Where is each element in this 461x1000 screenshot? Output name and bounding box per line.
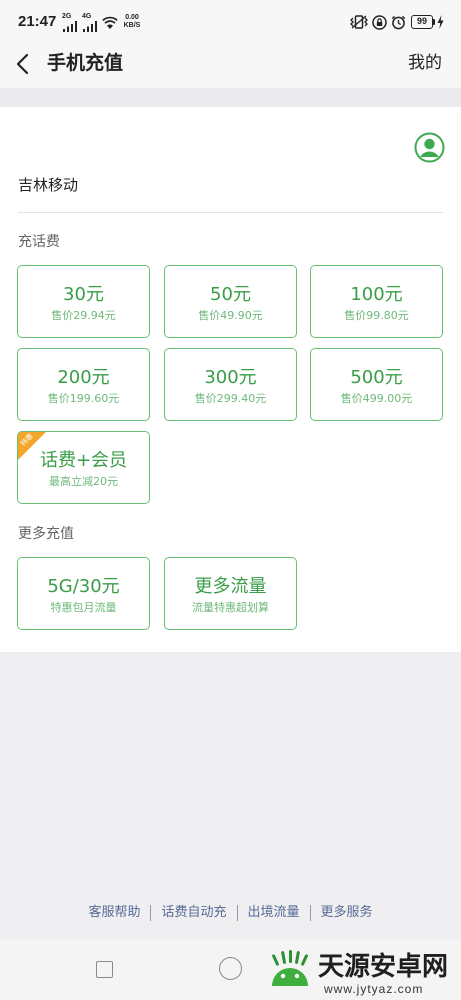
nav-header: 手机充值 我的 xyxy=(0,45,461,88)
topup-price: 售价299.40元 xyxy=(194,392,267,405)
network-2-label: 4G xyxy=(82,13,92,20)
more-option-data[interactable]: 更多流量 流量特惠超划算 xyxy=(164,557,297,630)
topup-amount: 30元 xyxy=(63,284,104,305)
signal-icon xyxy=(83,21,97,32)
signal-icon xyxy=(63,21,77,32)
lock-rotation-icon xyxy=(372,15,387,30)
topup-amount: 200元 xyxy=(57,367,110,388)
more-option-title: 更多流量 xyxy=(194,576,267,597)
watermark-name: 天源安卓网 xyxy=(318,952,449,982)
footer-links: 客服帮助 话费自动充 出境流量 更多服务 xyxy=(0,905,461,921)
topup-price: 售价199.60元 xyxy=(47,392,120,405)
divider xyxy=(18,212,443,213)
topup-option-50[interactable]: 50元 售价49.90元 xyxy=(164,265,297,338)
header-separator-band xyxy=(0,88,461,107)
topup-amount: 100元 xyxy=(350,284,403,305)
topup-option-200[interactable]: 200元 售价199.60元 xyxy=(17,348,150,421)
footer-link-more-services[interactable]: 更多服务 xyxy=(309,905,383,921)
network-speed-value: 0.00 xyxy=(125,14,139,21)
status-bar: 21:47 2G 4G 0.00 KB/S 99 xyxy=(0,0,461,45)
system-nav-bar: 天源安卓网 www.jytyaz.com xyxy=(0,940,461,1000)
section-label-topup: 充话费 xyxy=(18,234,60,250)
alarm-icon xyxy=(391,15,406,30)
bundle-title: 话费+会员 xyxy=(39,450,128,471)
footer-link-help[interactable]: 客服帮助 xyxy=(78,905,150,921)
topup-price: 售价99.80元 xyxy=(344,309,409,322)
my-account-link[interactable]: 我的 xyxy=(408,51,442,75)
topup-option-30[interactable]: 30元 售价29.94元 xyxy=(17,265,150,338)
topup-price: 售价29.94元 xyxy=(51,309,116,322)
more-option-5g[interactable]: 5G/30元 特惠包月流量 xyxy=(17,557,150,630)
promo-badge-label: 特惠 xyxy=(19,432,35,448)
watermark-logo-icon xyxy=(272,950,308,986)
page-title: 手机充值 xyxy=(47,52,124,74)
home-button[interactable] xyxy=(219,957,242,980)
watermark-url: www.jytyaz.com xyxy=(324,982,424,996)
footer-link-roaming-data[interactable]: 出境流量 xyxy=(236,905,310,921)
battery-nub xyxy=(433,19,435,25)
network-speed: 0.00 KB/S xyxy=(122,14,142,30)
topup-option-100[interactable]: 100元 售价99.80元 xyxy=(310,265,443,338)
battery-icon: 99 xyxy=(411,15,433,29)
charging-icon xyxy=(437,15,444,29)
more-option-subtitle: 特惠包月流量 xyxy=(50,601,117,614)
topup-price: 售价49.90元 xyxy=(198,309,263,322)
bundle-subtitle: 最高立减20元 xyxy=(49,475,118,488)
network-speed-unit: KB/S xyxy=(123,22,141,29)
topup-amount: 500元 xyxy=(350,367,403,388)
bundle-option[interactable]: 特惠 话费+会员 最高立减20元 xyxy=(17,431,150,504)
phone-recharge-screen: 21:47 2G 4G 0.00 KB/S 99 手机充值 我的 吉林移动 充话… xyxy=(0,0,461,1000)
topup-amount: 300元 xyxy=(204,367,257,388)
topup-option-300[interactable]: 300元 售价299.40元 xyxy=(164,348,297,421)
footer-link-auto-recharge[interactable]: 话费自动充 xyxy=(150,905,236,921)
chevron-left-icon[interactable] xyxy=(14,53,32,75)
topup-option-500[interactable]: 500元 售价499.00元 xyxy=(310,348,443,421)
vibrate-icon xyxy=(350,15,368,29)
wifi-icon xyxy=(102,16,118,29)
user-avatar-icon[interactable] xyxy=(414,132,445,163)
status-time: 21:47 xyxy=(18,13,57,30)
more-option-title: 5G/30元 xyxy=(47,576,120,597)
topup-amount: 50元 xyxy=(210,284,251,305)
topup-price: 售价499.00元 xyxy=(340,392,413,405)
recent-apps-button[interactable] xyxy=(96,961,113,978)
carrier-name: 吉林移动 xyxy=(18,176,79,194)
more-option-subtitle: 流量特惠超划算 xyxy=(192,601,269,614)
recharge-card: 吉林移动 充话费 30元 售价29.94元 50元 售价49.90元 100元 … xyxy=(0,107,461,652)
section-label-more: 更多充值 xyxy=(18,526,74,542)
network-1-label: 2G xyxy=(62,13,72,20)
